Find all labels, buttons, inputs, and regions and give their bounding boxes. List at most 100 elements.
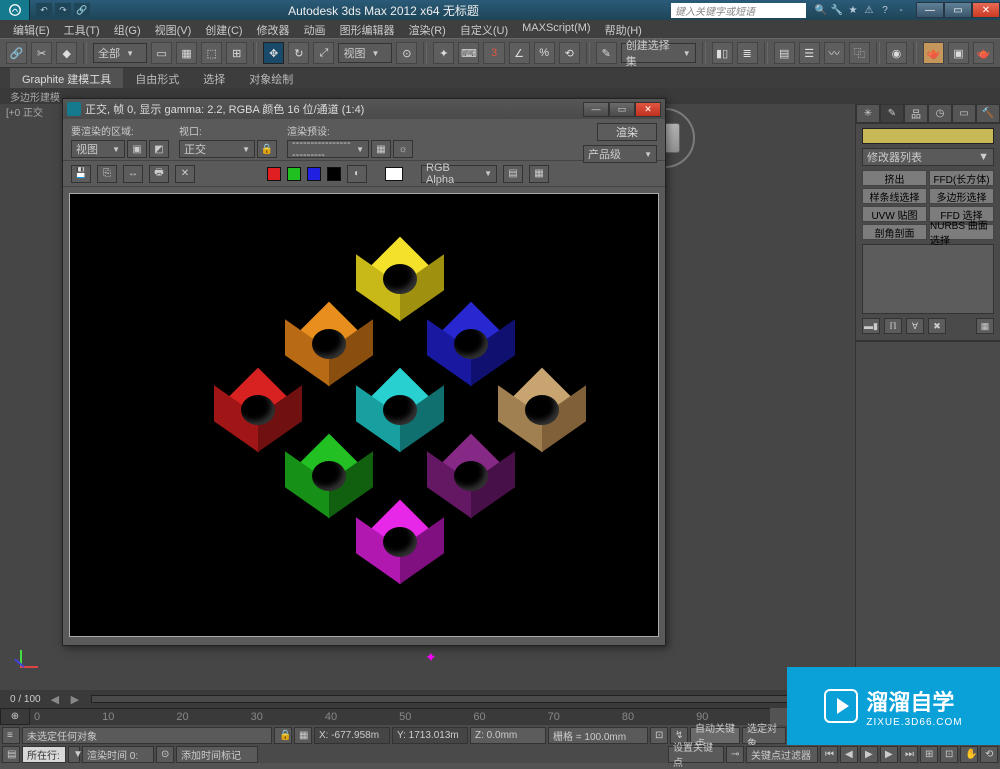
- modify-tab-icon[interactable]: ✎: [880, 104, 904, 123]
- link-icon[interactable]: 🔗: [74, 3, 90, 17]
- pivot-icon[interactable]: ⊙: [396, 42, 417, 64]
- nav3-icon[interactable]: ✋: [960, 746, 978, 763]
- key-filter[interactable]: 关键点过滤器: [746, 746, 818, 763]
- help-search-input[interactable]: 键入关键字或短语: [671, 3, 806, 18]
- keyboard-icon[interactable]: ⌨: [458, 42, 479, 64]
- render-canvas[interactable]: [69, 193, 659, 637]
- lock-viewport-icon[interactable]: 🔒: [257, 140, 277, 158]
- spinner-snap-icon[interactable]: ⟲: [559, 42, 580, 64]
- menu-group[interactable]: 组(G): [107, 20, 148, 38]
- nav4-icon[interactable]: ⟲: [980, 746, 998, 763]
- close-button[interactable]: ✕: [972, 2, 1000, 18]
- hierarchy-tab-icon[interactable]: 品: [904, 104, 928, 123]
- move-icon[interactable]: ✥: [263, 42, 284, 64]
- scene-explorer-icon[interactable]: ☰: [799, 42, 820, 64]
- object-color-swatch[interactable]: [862, 128, 994, 144]
- modifier-stack[interactable]: [862, 244, 994, 314]
- edit-selset-icon[interactable]: ✎: [596, 42, 617, 64]
- snap-icon[interactable]: 3: [483, 42, 504, 64]
- mono-toggle[interactable]: ◐: [347, 165, 367, 183]
- bind-icon[interactable]: ◆: [56, 42, 77, 64]
- menu-animation[interactable]: 动画: [297, 20, 333, 38]
- render-prod-icon[interactable]: 🫖: [973, 42, 994, 64]
- x-coord[interactable]: X: -677.958m: [314, 727, 390, 744]
- selset-combo[interactable]: 选定对象: [742, 727, 786, 744]
- alert-icon[interactable]: ⚠: [862, 3, 876, 17]
- render-setup-icon[interactable]: ▦: [371, 140, 391, 158]
- prev-frame-icon[interactable]: ◀: [840, 746, 858, 763]
- utilities-tab-icon[interactable]: 🔨: [976, 104, 1000, 123]
- viewport-label[interactable]: [+0 正交: [6, 104, 43, 119]
- help-icon[interactable]: ?: [878, 3, 892, 17]
- nav1-icon[interactable]: ⊞: [920, 746, 938, 763]
- next-frame-icon[interactable]: ▶: [880, 746, 898, 763]
- layers-icon[interactable]: ▤: [774, 42, 795, 64]
- preset-select[interactable]: -------------------------▼: [287, 140, 369, 158]
- goto-end-icon[interactable]: ⏭: [900, 746, 918, 763]
- menu-grapheditors[interactable]: 图形编辑器: [333, 20, 402, 38]
- render-minimize-button[interactable]: —: [583, 102, 609, 117]
- select-name-icon[interactable]: ▦: [176, 42, 197, 64]
- menu-create[interactable]: 创建(C): [198, 20, 249, 38]
- select-icon[interactable]: ▭: [151, 42, 172, 64]
- render-close-button[interactable]: ✕: [635, 102, 661, 117]
- named-sel-set[interactable]: 创建选择集▼: [621, 43, 696, 63]
- menu-edit[interactable]: 编辑(E): [6, 20, 57, 38]
- curve-editor-icon[interactable]: 〰: [824, 42, 845, 64]
- track-bar[interactable]: 0102030405060708090: [30, 708, 770, 725]
- show-result-icon[interactable]: ℿ: [884, 318, 902, 334]
- auto-region-icon[interactable]: ◩: [149, 140, 169, 158]
- print-icon[interactable]: 🖶: [149, 165, 169, 183]
- goto-start-icon[interactable]: ⏮: [820, 746, 838, 763]
- edit-region-icon[interactable]: ▣: [127, 140, 147, 158]
- pin-stack-icon[interactable]: ▬▮: [862, 318, 880, 334]
- menu-maxscript[interactable]: MAXScript(M): [515, 20, 597, 38]
- render-setup-icon[interactable]: 🫖: [923, 42, 944, 64]
- percent-snap-icon[interactable]: %: [534, 42, 555, 64]
- ref-coord-system[interactable]: 视图▼: [338, 43, 392, 63]
- motion-tab-icon[interactable]: ◷: [928, 104, 952, 123]
- a-overlay-icon[interactable]: ▤: [503, 165, 523, 183]
- save-image-icon[interactable]: 💾: [71, 165, 91, 183]
- comm-center-icon[interactable]: ⊙: [156, 746, 174, 763]
- clear-icon[interactable]: ✕: [175, 165, 195, 183]
- area-select[interactable]: 视图▼: [71, 140, 125, 158]
- menu-tools[interactable]: 工具(T): [57, 20, 107, 38]
- align-icon[interactable]: ≣: [737, 42, 758, 64]
- mod-btn-chamfer[interactable]: 剖角剖面: [862, 224, 927, 240]
- mod-btn-uvwmap[interactable]: UVW 贴图: [862, 206, 927, 222]
- mirror-icon[interactable]: ▮▯: [712, 42, 733, 64]
- create-tab-icon[interactable]: ✳: [856, 104, 880, 123]
- add-timetag[interactable]: 添加时间标记: [176, 746, 258, 763]
- tab-graphite[interactable]: Graphite 建模工具: [10, 68, 123, 88]
- viewport-select[interactable]: 正交▼: [179, 140, 255, 158]
- channel-select[interactable]: RGB Alpha▼: [421, 165, 497, 183]
- mod-btn-splinesel[interactable]: 样条线选择: [862, 188, 927, 204]
- bg-color-swatch[interactable]: [385, 167, 403, 181]
- z-coord[interactable]: Z: 0.0mm: [470, 727, 546, 744]
- mod-btn-nurbssel[interactable]: NURBS 曲面选择: [929, 224, 994, 240]
- search-icon[interactable]: 🔍: [814, 3, 828, 17]
- tab-objpaint[interactable]: 对象绘制: [237, 68, 305, 88]
- render-maximize-button[interactable]: ▭: [609, 102, 635, 117]
- trackbar-toggle[interactable]: ⊕: [0, 708, 30, 725]
- menu-rendering[interactable]: 渲染(R): [402, 20, 453, 38]
- display-tab-icon[interactable]: ▭: [952, 104, 976, 123]
- wrench-icon[interactable]: 🔧: [830, 3, 844, 17]
- remove-mod-icon[interactable]: ✖: [928, 318, 946, 334]
- star-icon[interactable]: ★: [846, 3, 860, 17]
- mod-btn-extrude[interactable]: 挤出: [862, 170, 927, 186]
- configure-sets-icon[interactable]: ▦: [976, 318, 994, 334]
- app-icon[interactable]: [0, 0, 30, 20]
- nav2-icon[interactable]: ⊡: [940, 746, 958, 763]
- key-mode-icon[interactable]: ⊸: [726, 746, 744, 763]
- isolate-icon[interactable]: ⊡: [650, 727, 668, 744]
- green-channel-toggle[interactable]: [287, 167, 301, 181]
- menu-views[interactable]: 视图(V): [148, 20, 199, 38]
- menu-customize[interactable]: 自定义(U): [453, 20, 515, 38]
- script-listener-icon[interactable]: ≡: [2, 727, 20, 744]
- undo-icon[interactable]: ↶: [36, 3, 52, 17]
- link-icon[interactable]: 🔗: [6, 42, 27, 64]
- setkey-button[interactable]: 设置关键点: [668, 746, 724, 763]
- maximize-button[interactable]: ▭: [944, 2, 972, 18]
